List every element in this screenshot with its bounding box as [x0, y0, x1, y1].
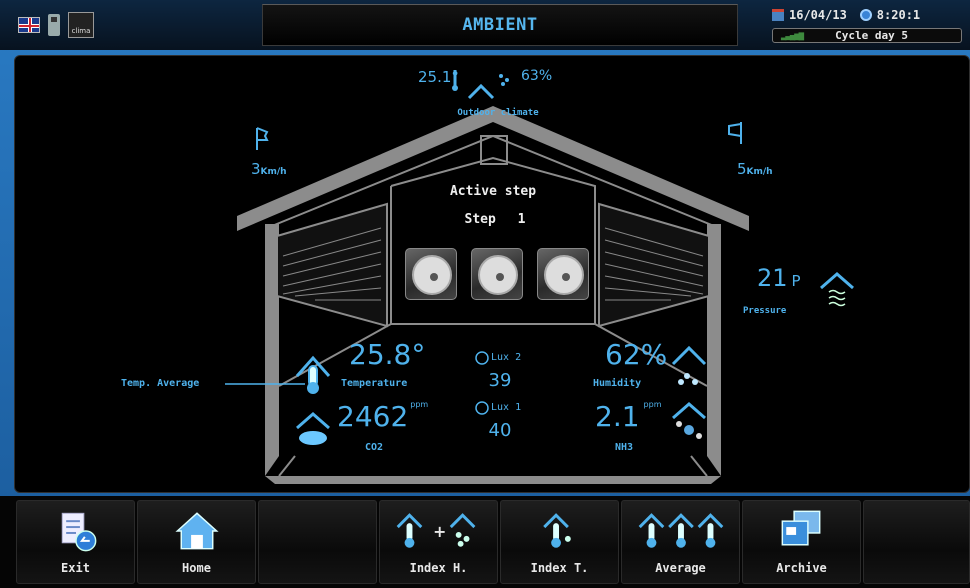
screen-frame: clima AMBIENT 16/04/13 8:20:1 ▂▃▄▅▆ Cycl… [0, 0, 970, 588]
svg-text:+: + [433, 522, 446, 541]
nh3-roof-icon [672, 402, 706, 420]
average-button[interactable]: Average [621, 500, 740, 584]
outdoor-drops-icon [499, 74, 503, 78]
pressure-roof-icon [820, 272, 854, 290]
outdoor-humidity: 63% [521, 68, 553, 84]
lux1-label: Lux 1 [491, 402, 522, 413]
home-button[interactable]: Home [137, 500, 256, 584]
cycle-day-text: Cycle day 5 [835, 29, 908, 42]
nh3-reading[interactable]: 2.1 ppm [595, 400, 661, 433]
lux1-value[interactable]: 40 [485, 420, 515, 441]
co2-unit: ppm [410, 400, 429, 409]
fan-3-icon[interactable] [537, 248, 589, 300]
archive-icon [781, 510, 821, 546]
outdoor-temperature: 25.1° [418, 68, 459, 86]
step-value: 1 [517, 212, 526, 227]
pressure-waves-icon [828, 289, 846, 307]
temp-average-label: Temp. Average [121, 378, 200, 389]
nh3-label: NH3 [615, 442, 634, 453]
humidity-label: Humidity [593, 378, 642, 389]
fan-1-icon[interactable] [405, 248, 457, 300]
wind-flag-right-icon [728, 122, 742, 144]
wind-left-value: 3 [251, 160, 261, 178]
pressure-number: 21 [757, 264, 788, 292]
temperature-label: Temperature [341, 378, 408, 389]
co2-reading[interactable]: 2462 ppm [337, 400, 428, 433]
signal-icon: ▂▃▄▅▆ [781, 30, 804, 41]
pressure-unit: P [791, 272, 801, 290]
time-text: 8:20:1 [876, 8, 921, 22]
molecule-icon [684, 425, 694, 435]
ambient-panel: 25.1° 63% Outdoor climate 3Km/h 5Km/h Ac… [14, 55, 970, 493]
co2-value: 2462 [337, 400, 409, 433]
nh3-value: 2.1 [595, 400, 640, 433]
co2-label: CO2 [365, 442, 384, 453]
outdoor-climate-label: Outdoor climate [457, 108, 539, 118]
humidity-roof-icon [671, 345, 707, 366]
step-display: Step 1 [445, 212, 545, 227]
wind-left-unit: Km/h [260, 167, 287, 177]
wind-left: 3Km/h [251, 160, 287, 178]
datetime-panel: 16/04/13 8:20:1 ▂▃▄▅▆ Cycle day 5 [768, 6, 970, 46]
top-bar: clima AMBIENT 16/04/13 8:20:1 ▂▃▄▅▆ Cycl… [0, 0, 970, 50]
exit-icon [61, 512, 97, 552]
bottom-nav: Exit Home + Index H. Index T. Average Ar… [0, 496, 970, 588]
index-t-icon [543, 513, 571, 548]
archive-label: Archive [776, 561, 827, 575]
fan-2-icon[interactable] [471, 248, 523, 300]
clock-icon [859, 9, 872, 21]
temperature-value[interactable]: 25.8° [349, 338, 425, 371]
date-text: 16/04/13 [789, 8, 847, 22]
wind-flag-left-icon [256, 127, 269, 150]
average-label: Average [655, 561, 706, 575]
index-h-button[interactable]: + Index H. [379, 500, 498, 584]
lux2-value[interactable]: 39 [485, 370, 515, 391]
co2-roof-icon [296, 412, 330, 430]
exit-label: Exit [61, 561, 90, 575]
wind-right-value: 5 [737, 160, 747, 178]
index-t-label: Index T. [530, 561, 589, 575]
language-flag-icon[interactable] [18, 17, 40, 33]
left-inlet [276, 202, 388, 328]
empty-button-1[interactable] [258, 500, 377, 584]
usb-icon [48, 14, 60, 36]
status-icons: clima [8, 8, 258, 42]
clima-mode-icon[interactable]: clima [68, 12, 94, 38]
home-icon [175, 512, 219, 550]
cycle-day-box: ▂▃▄▅▆ Cycle day 5 [772, 28, 962, 43]
index-h-icon: + [396, 513, 476, 548]
exit-button[interactable]: Exit [16, 500, 135, 584]
humidity-value[interactable]: 62% [605, 338, 667, 371]
active-step-label: Active step [449, 184, 537, 199]
index-t-button[interactable]: Index T. [500, 500, 619, 584]
archive-button[interactable]: Archive [742, 500, 861, 584]
wind-right-unit: Km/h [746, 167, 773, 177]
outdoor-roof-icon [467, 83, 495, 100]
drops-icon [684, 373, 690, 379]
lux1-sensor-icon [475, 401, 489, 415]
lux2-label: Lux 2 [491, 352, 522, 363]
lux2-sensor-icon [475, 351, 489, 365]
cloud-icon [299, 431, 327, 445]
empty-button-2[interactable] [863, 500, 970, 584]
wind-right: 5Km/h [737, 160, 773, 178]
pressure-label: Pressure [743, 306, 787, 316]
floor [265, 476, 721, 484]
right-inlet [598, 202, 710, 328]
nh3-unit: ppm [643, 400, 662, 409]
calendar-icon [772, 9, 784, 21]
home-label: Home [182, 561, 211, 575]
pressure-value[interactable]: 21 P [757, 264, 801, 292]
average-icon [638, 513, 724, 548]
page-title: AMBIENT [262, 4, 738, 46]
index-h-label: Index H. [409, 561, 468, 575]
step-label: Step [464, 212, 496, 227]
